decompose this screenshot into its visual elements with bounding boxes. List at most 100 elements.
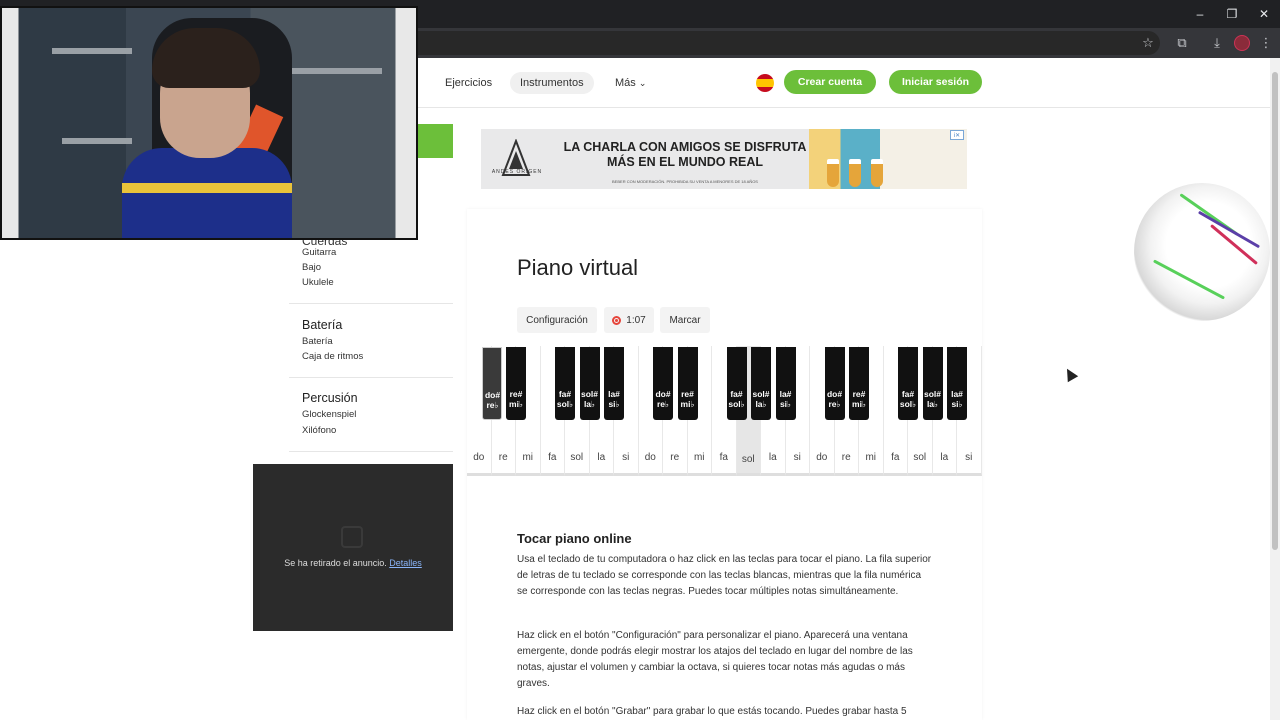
piano-black-key[interactable]: sol# la♭ <box>579 347 600 420</box>
menu-kebab-icon[interactable]: ⋮ <box>1257 34 1275 52</box>
white-key-label: mi <box>522 452 534 463</box>
white-key-label: do <box>644 452 656 463</box>
close-icon[interactable]: ✕ <box>1248 0 1280 28</box>
removed-ad-panel: Se ha retirado el anuncio. Detalles <box>253 464 453 631</box>
profile-avatar[interactable] <box>1234 35 1250 51</box>
white-key-label: sol <box>913 452 927 463</box>
sidebar-item-xilofono[interactable]: Xilófono <box>302 425 336 436</box>
black-key-label: fa# sol♭ <box>728 389 745 409</box>
white-key-label: la <box>597 452 606 463</box>
nav-ejercicios[interactable]: Ejercicios <box>435 72 502 94</box>
black-key-label: do# re♭ <box>826 389 843 409</box>
black-key-label: la# si♭ <box>951 389 963 409</box>
ad-illustration <box>809 129 967 189</box>
sidebar-active-indicator <box>418 124 453 158</box>
webcam-shelf <box>282 68 382 74</box>
ad-headline: LA CHARLA CON AMIGOS SE DISFRUTA MÁS EN … <box>563 140 807 169</box>
piano-black-key[interactable]: re# mi♭ <box>506 347 526 420</box>
webcam-person-hair <box>152 28 260 88</box>
extensions-icon[interactable]: ⧉ <box>1173 34 1191 52</box>
ad-removed-text: Se ha retirado el anuncio. <box>284 558 387 568</box>
window-controls: – ❐ ✕ <box>1184 0 1280 28</box>
article-paragraph: Usa el teclado de tu computadora o haz c… <box>517 554 932 597</box>
nav-label: Instrumentos <box>520 77 584 89</box>
page-scrollbar[interactable] <box>1270 58 1280 720</box>
config-button[interactable]: Configuración <box>517 307 597 333</box>
piano-black-key[interactable]: la# si♭ <box>604 347 624 420</box>
login-button[interactable]: Iniciar sesión <box>889 70 982 94</box>
ad-brand: ANDES ORIGEN <box>491 169 543 175</box>
minimize-icon[interactable]: – <box>1184 0 1216 28</box>
piano-black-key[interactable]: sol# la♭ <box>751 347 771 420</box>
black-key-label: sol# la♭ <box>752 389 770 409</box>
piano-black-key[interactable]: la# si♭ <box>775 347 796 420</box>
nav-instrumentos[interactable]: Instrumentos <box>510 72 594 94</box>
white-key-label: fa <box>548 452 557 463</box>
webcam-shelf <box>52 48 132 54</box>
mark-button[interactable]: Marcar <box>660 307 710 333</box>
white-key-label: la <box>940 452 949 463</box>
piano-black-key[interactable]: fa# sol♭ <box>898 347 918 420</box>
ad-info-icon[interactable]: i✕ <box>950 130 964 140</box>
sidebar-item-ukulele[interactable]: Ukulele <box>302 277 334 288</box>
ad-fineprint: BEBER CON MODERACIÓN. PROHIBIDA SU VENTA… <box>612 179 758 184</box>
piano-black-key[interactable]: re# mi♭ <box>849 347 869 420</box>
white-key-label: si <box>965 452 973 463</box>
piano-black-key[interactable]: re# mi♭ <box>677 347 698 420</box>
scrollbar-thumb[interactable] <box>1272 72 1278 550</box>
webcam-shelf <box>62 138 132 144</box>
sidebar-item-guitarra[interactable]: Guitarra <box>302 247 336 258</box>
ad-details-link[interactable]: Detalles <box>389 558 422 568</box>
sidebar-group-strings: Guitarra Bajo Ukulele <box>289 240 453 304</box>
piano-keyboard[interactable]: do re mi fa sol la si do re mi fa sol la si do re mi fa so… <box>467 346 982 476</box>
piano-black-key[interactable]: fa# sol♭ <box>555 347 575 420</box>
decorative-sphere <box>1134 183 1270 321</box>
nav-label: Ejercicios <box>445 77 493 89</box>
piano-black-key[interactable]: fa# sol♭ <box>726 347 747 420</box>
piano-black-key[interactable]: do# re♭ <box>653 347 673 420</box>
piano-black-key[interactable]: do# re♭ <box>824 347 845 420</box>
mouse-cursor-icon <box>1061 365 1079 383</box>
ad-banner[interactable]: ANDES ORIGEN LA CHARLA CON AMIGOS SE DIS… <box>481 129 967 189</box>
white-key-label: re <box>670 452 680 463</box>
white-key-label: do <box>473 452 485 463</box>
white-key-label: fa <box>891 452 900 463</box>
beer-glass-icon <box>871 159 883 187</box>
sidebar-item-bajo[interactable]: Bajo <box>302 262 321 273</box>
white-key-label: si <box>622 452 630 463</box>
black-key-label: re# mi♭ <box>509 389 523 409</box>
article-paragraph: Haz click en el botón "Grabar" para grab… <box>517 706 907 717</box>
ad-placeholder-icon <box>341 526 363 548</box>
sidebar-item-glockenspiel[interactable]: Glockenspiel <box>302 409 356 420</box>
download-icon[interactable]: ⤓ <box>1208 34 1226 52</box>
webcam-person-shirt <box>122 148 292 238</box>
record-button[interactable]: 1:07 <box>604 307 654 333</box>
maximize-icon[interactable]: ❐ <box>1216 0 1248 28</box>
sidebar-item-bateria[interactable]: Batería <box>302 336 333 347</box>
sidebar-title-bateria: Batería <box>302 318 343 332</box>
nav-mas[interactable]: Más ⌄ <box>605 72 656 94</box>
white-key-label: re <box>498 452 508 463</box>
white-key-label: sol <box>741 454 755 465</box>
white-key-label: mi <box>693 452 705 463</box>
bookmark-star-icon[interactable]: ☆ <box>1139 34 1157 52</box>
record-icon <box>612 315 622 325</box>
piano-black-key[interactable]: do# re♭ <box>481 347 502 420</box>
black-key-label: sol# la♭ <box>923 389 941 409</box>
piano-black-key[interactable]: la# si♭ <box>947 347 967 420</box>
beer-glass-icon <box>849 159 861 187</box>
black-key-label: fa# sol♭ <box>556 389 574 409</box>
black-key-label: fa# sol♭ <box>899 389 917 409</box>
ad-removed-message: Se ha retirado el anuncio. Detalles <box>253 558 453 568</box>
white-key-label: re <box>841 452 851 463</box>
nav-label: Más <box>615 77 636 89</box>
create-account-button[interactable]: Crear cuenta <box>784 70 876 94</box>
webcam-shirt-stripe <box>122 183 292 193</box>
piano-black-key[interactable]: sol# la♭ <box>922 347 943 420</box>
black-key-label: la# si♭ <box>608 389 620 409</box>
spain-flag-icon[interactable] <box>756 74 774 92</box>
sidebar-item-caja-de-ritmos[interactable]: Caja de ritmos <box>302 351 363 362</box>
sidebar-title-percusion: Percusión <box>302 391 358 405</box>
black-key-label: la# si♭ <box>779 389 792 409</box>
white-key-label: sol <box>570 452 584 463</box>
